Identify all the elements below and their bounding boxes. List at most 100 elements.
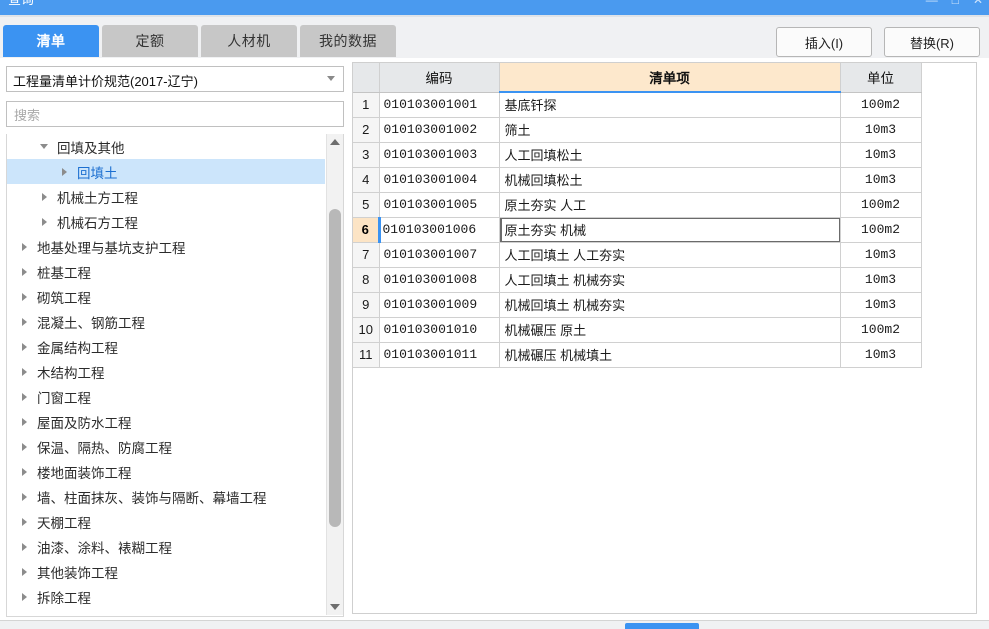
table-row[interactable]: 4 010103001004 机械回填松土 10m3 (353, 167, 922, 193)
replace-button[interactable]: 替换(R) (884, 27, 980, 57)
tree-item[interactable]: 回填土 (7, 159, 325, 184)
column-header-item[interactable]: 清单项 (499, 63, 841, 93)
cell-unit[interactable]: 10m3 (840, 142, 922, 168)
cell-unit[interactable]: 10m3 (840, 117, 922, 143)
cell-item[interactable]: 原土夯实 机械 (499, 217, 841, 243)
row-index[interactable]: 3 (353, 142, 380, 168)
tree-item[interactable]: 机械石方工程 (7, 209, 325, 234)
cell-item[interactable]: 机械碾压 原土 (499, 317, 841, 343)
row-index[interactable]: 6 (353, 217, 380, 243)
chevron-right-icon[interactable] (57, 165, 71, 179)
tree-item[interactable]: 保温、隔热、防腐工程 (7, 434, 325, 459)
chevron-down-icon[interactable] (327, 76, 335, 81)
cell-unit[interactable]: 10m3 (840, 167, 922, 193)
cell-code[interactable]: 010103001002 (379, 117, 500, 143)
tab-rencaiji[interactable]: 人材机 (201, 25, 297, 57)
cell-unit[interactable]: 10m3 (840, 292, 922, 318)
cell-code[interactable]: 010103001010 (379, 317, 500, 343)
tree-item[interactable]: 其他装饰工程 (7, 559, 325, 584)
chevron-right-icon[interactable] (17, 390, 31, 404)
cell-unit[interactable]: 10m3 (840, 242, 922, 268)
table-row[interactable]: 10 010103001010 机械碾压 原土 100m2 (353, 317, 922, 343)
tree-item[interactable]: 金属结构工程 (7, 334, 325, 359)
row-index[interactable]: 8 (353, 267, 380, 293)
column-header-index[interactable] (353, 63, 380, 93)
table-row[interactable]: 5 010103001005 原土夯实 人工 100m2 (353, 192, 922, 218)
chevron-right-icon[interactable] (17, 515, 31, 529)
chevron-right-icon[interactable] (17, 465, 31, 479)
maximize-icon[interactable]: □ (952, 0, 959, 8)
tree-item[interactable]: 木结构工程 (7, 359, 325, 384)
table-row[interactable]: 9 010103001009 机械回填土 机械夯实 10m3 (353, 292, 922, 318)
cell-code[interactable]: 010103001009 (379, 292, 500, 318)
cell-item[interactable]: 机械回填土 机械夯实 (499, 292, 841, 318)
cell-unit[interactable]: 100m2 (840, 217, 922, 243)
row-index[interactable]: 9 (353, 292, 380, 318)
cell-code[interactable]: 010103001006 (377, 217, 500, 243)
row-index[interactable]: 2 (353, 117, 380, 143)
column-header-unit[interactable]: 单位 (840, 63, 922, 93)
cell-unit[interactable]: 100m2 (840, 92, 922, 118)
chevron-right-icon[interactable] (17, 240, 31, 254)
tab-qingdan[interactable]: 清单 (3, 25, 99, 57)
insert-button[interactable]: 插入(I) (776, 27, 872, 57)
scroll-up-icon[interactable] (327, 134, 343, 150)
tree-scrollbar[interactable] (326, 134, 343, 615)
row-index[interactable]: 11 (353, 342, 380, 368)
tree-item[interactable]: 混凝土、钢筋工程 (7, 309, 325, 334)
chevron-right-icon[interactable] (37, 190, 51, 204)
search-input[interactable] (12, 102, 336, 128)
chevron-right-icon[interactable] (17, 490, 31, 504)
tree-item[interactable]: 油漆、涂料、裱糊工程 (7, 534, 325, 559)
cell-item[interactable]: 机械碾压 机械填土 (499, 342, 841, 368)
tree-item[interactable]: 屋面及防水工程 (7, 409, 325, 434)
row-index[interactable]: 7 (353, 242, 380, 268)
tree-item[interactable]: 墙、柱面抹灰、装饰与隔断、幕墙工程 (7, 484, 325, 509)
scroll-down-icon[interactable] (327, 599, 343, 615)
cell-unit[interactable]: 10m3 (840, 342, 922, 368)
tree-item[interactable]: 楼地面装饰工程 (7, 459, 325, 484)
category-tree[interactable]: 回填及其他 回填土 机械土方工程 机械石方工程 地基处理与基坑支护工程 桩基工程 砌筑工程混… (6, 134, 344, 617)
chevron-right-icon[interactable] (17, 265, 31, 279)
tree-item[interactable]: 桩基工程 (7, 259, 325, 284)
chevron-right-icon[interactable] (17, 540, 31, 554)
tab-my-data[interactable]: 我的数据 (300, 25, 396, 57)
standard-select[interactable]: 工程量清单计价规范(2017-辽宁) (6, 66, 344, 92)
table-row[interactable]: 6 010103001006 原土夯实 机械 100m2 (353, 217, 922, 243)
tree-item[interactable]: 回填及其他 (7, 134, 325, 159)
table-row[interactable]: 7 010103001007 人工回填土 人工夯实 10m3 (353, 242, 922, 268)
chevron-right-icon[interactable] (17, 340, 31, 354)
row-index[interactable]: 5 (353, 192, 380, 218)
tree-item[interactable]: 天棚工程 (7, 509, 325, 534)
table-row[interactable]: 1 010103001001 基底钎探 100m2 (353, 92, 922, 118)
cell-code[interactable]: 010103001005 (379, 192, 500, 218)
tab-dinge[interactable]: 定额 (102, 25, 198, 57)
table-row[interactable]: 8 010103001008 人工回填土 机械夯实 10m3 (353, 267, 922, 293)
cell-item[interactable]: 人工回填土 人工夯实 (499, 242, 841, 268)
cell-code[interactable]: 010103001007 (379, 242, 500, 268)
table-row[interactable]: 3 010103001003 人工回填松土 10m3 (353, 142, 922, 168)
row-index[interactable]: 1 (353, 92, 380, 118)
cell-code[interactable]: 010103001011 (379, 342, 500, 368)
chevron-right-icon[interactable] (17, 365, 31, 379)
chevron-right-icon[interactable] (17, 290, 31, 304)
cell-item[interactable]: 基底钎探 (499, 92, 841, 118)
table-row[interactable]: 11 010103001011 机械碾压 机械填土 10m3 (353, 342, 922, 368)
row-index[interactable]: 10 (353, 317, 380, 343)
tree-scrollbar-thumb[interactable] (329, 209, 341, 527)
table-row[interactable]: 2 010103001002 筛土 10m3 (353, 117, 922, 143)
cell-item[interactable]: 人工回填松土 (499, 142, 841, 168)
minimize-icon[interactable]: — (926, 0, 938, 8)
confirm-button[interactable] (625, 623, 699, 629)
cell-item[interactable]: 原土夯实 人工 (499, 192, 841, 218)
cell-unit[interactable]: 100m2 (840, 192, 922, 218)
row-index[interactable]: 4 (353, 167, 380, 193)
chevron-right-icon[interactable] (17, 590, 31, 604)
close-icon[interactable]: ✕ (973, 0, 983, 8)
chevron-down-icon[interactable] (37, 140, 51, 154)
chevron-right-icon[interactable] (37, 215, 51, 229)
tree-item[interactable]: 砌筑工程 (7, 284, 325, 309)
tree-item[interactable]: 门窗工程 (7, 384, 325, 409)
cell-item[interactable]: 筛土 (499, 117, 841, 143)
chevron-right-icon[interactable] (17, 440, 31, 454)
